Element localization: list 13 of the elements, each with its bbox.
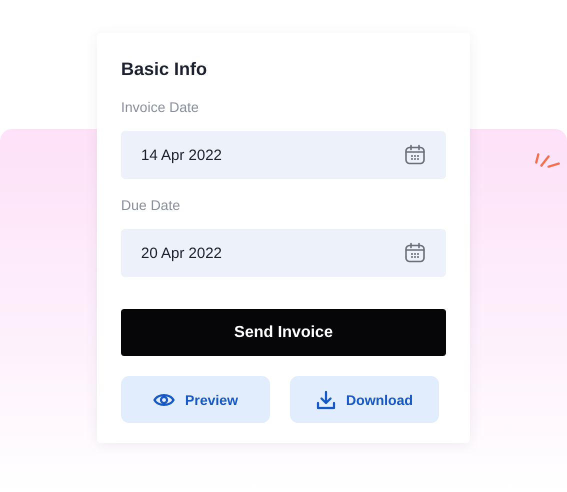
- calendar-icon: [404, 144, 426, 166]
- field-label: Invoice Date: [121, 99, 200, 117]
- secondary-button[interactable]: Download: [290, 376, 439, 423]
- eye-icon: [153, 392, 176, 408]
- card-title: Basic Info: [121, 59, 208, 81]
- date-field[interactable]: 20 Apr 2022: [121, 229, 446, 277]
- spark-icon: [535, 153, 560, 168]
- download-icon: [316, 390, 336, 410]
- field-label: Due Date: [121, 197, 182, 215]
- secondary-button[interactable]: Preview: [121, 376, 270, 423]
- calendar-icon: [404, 242, 426, 264]
- send-invoice-button[interactable]: Send Invoice: [121, 309, 446, 356]
- date-field[interactable]: 14 Apr 2022: [121, 131, 446, 179]
